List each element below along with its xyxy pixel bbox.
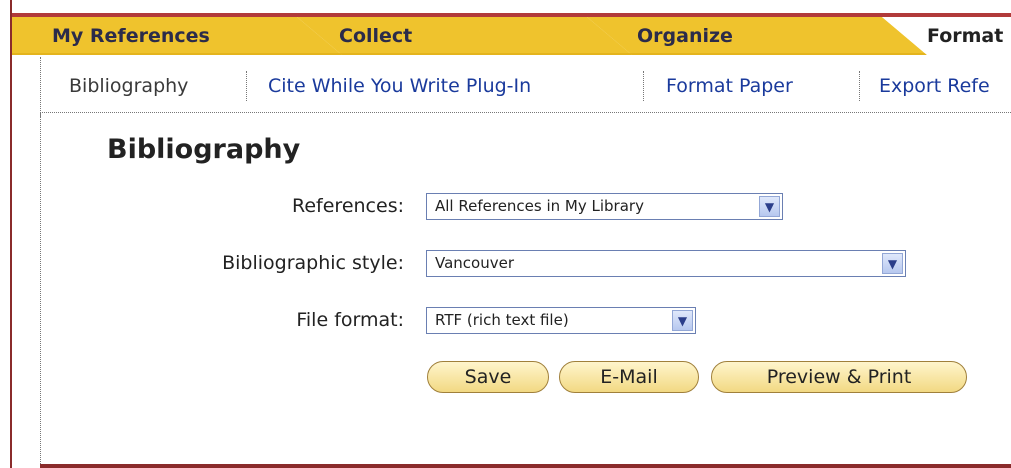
chevron-down-icon[interactable]: ▼ xyxy=(882,253,903,274)
file-format-select[interactable]: RTF (rich text file) ▼ xyxy=(426,307,696,334)
subnav-export-references[interactable]: Export Refe xyxy=(879,75,990,97)
chevron-down-icon[interactable]: ▼ xyxy=(759,196,780,217)
subnav-cite-while-you-write[interactable]: Cite While You Write Plug-In xyxy=(268,75,531,97)
main-tabs: My References Collect Organize Format xyxy=(12,17,1011,57)
subnav-separator xyxy=(859,71,860,101)
subnav-separator xyxy=(246,71,247,101)
format-subnav: Bibliography Cite While You Write Plug-I… xyxy=(40,57,1011,117)
bibliographic-style-label: Bibliographic style: xyxy=(222,252,404,274)
subnav-bibliography[interactable]: Bibliography xyxy=(69,75,188,97)
bottom-frame-border xyxy=(40,464,1011,468)
bibliography-panel: Bibliography References: All References … xyxy=(40,112,1011,468)
file-format-value: RTF (rich text file) xyxy=(435,311,569,329)
save-button[interactable]: Save xyxy=(427,361,549,393)
references-select-value: All References in My Library xyxy=(435,197,644,215)
preview-print-button[interactable]: Preview & Print xyxy=(711,361,967,393)
tab-collect[interactable]: Collect xyxy=(297,17,632,55)
bibliographic-style-value: Vancouver xyxy=(435,254,514,272)
bibliographic-style-select[interactable]: Vancouver ▼ xyxy=(426,250,906,277)
tab-my-references[interactable]: My References xyxy=(12,17,342,55)
left-frame-border xyxy=(10,0,12,468)
chevron-down-icon[interactable]: ▼ xyxy=(672,310,693,331)
file-format-label: File format: xyxy=(296,309,404,331)
tab-organize[interactable]: Organize xyxy=(587,17,927,55)
references-label: References: xyxy=(292,195,404,217)
references-select[interactable]: All References in My Library ▼ xyxy=(426,193,783,220)
page-title: Bibliography xyxy=(107,134,301,165)
subnav-format-paper[interactable]: Format Paper xyxy=(666,75,793,97)
subnav-separator xyxy=(643,71,644,101)
email-button[interactable]: E-Mail xyxy=(559,361,699,393)
